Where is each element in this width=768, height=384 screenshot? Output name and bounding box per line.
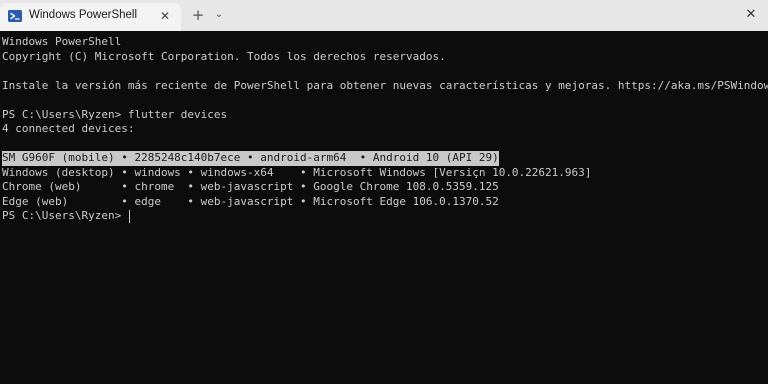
terminal-line: 4 connected devices:	[2, 122, 135, 135]
chevron-down-icon[interactable]: ⌄	[211, 6, 227, 24]
terminal-line: Windows PowerShell	[2, 35, 122, 48]
tab-windows-powershell[interactable]: Windows PowerShell ✕	[0, 3, 181, 31]
terminal-output[interactable]: Windows PowerShell Copyright (C) Microso…	[0, 31, 768, 384]
title-bar: Windows PowerShell ✕ + ⌄ ✕	[0, 0, 768, 31]
terminal-line: Edge (web) • edge • web-javascript • Mic…	[2, 194, 499, 208]
terminal-line: PS C:\Users\Ryzen> flutter devices	[2, 107, 228, 121]
terminal-line: Windows (desktop) • windows • windows-x6…	[2, 165, 592, 179]
powershell-icon	[8, 10, 22, 22]
terminal-window: Windows PowerShell ✕ + ⌄ ✕ Windows Power…	[0, 0, 768, 384]
close-tab-icon[interactable]: ✕	[158, 9, 172, 23]
new-tab-button[interactable]: +	[189, 6, 207, 24]
terminal-line: Copyright (C) Microsoft Corporation. Tod…	[2, 49, 446, 63]
text-cursor	[129, 210, 130, 223]
terminal-line: Chrome (web) • chrome • web-javascript •…	[2, 180, 499, 193]
window-close-button[interactable]: ✕	[734, 0, 768, 31]
terminal-prompt: PS C:\Users\Ryzen>	[2, 209, 128, 222]
terminal-line: Instale la versión más reciente de Power…	[2, 78, 768, 92]
tab-title: Windows PowerShell	[29, 9, 138, 21]
selected-terminal-line: SM G960F (mobile) • 2285248c140b7ece • a…	[2, 151, 499, 166]
